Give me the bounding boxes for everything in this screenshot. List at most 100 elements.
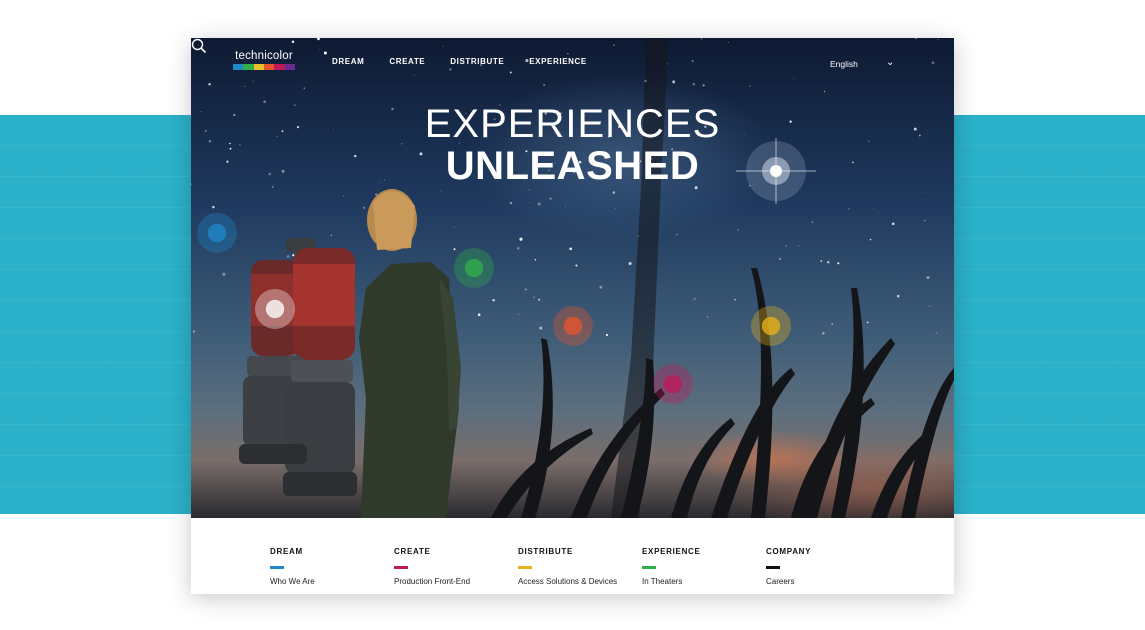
star [534, 258, 537, 261]
logo-bar-segment [243, 64, 254, 70]
logo-bar-segment [274, 64, 285, 70]
footer-column-company: COMPANY Careers [766, 547, 890, 586]
star [728, 41, 730, 43]
star [212, 205, 215, 209]
footer-accent-line [270, 566, 284, 569]
footer-link[interactable]: Who We Are [270, 577, 394, 586]
star [896, 294, 900, 298]
star [518, 313, 520, 315]
star [564, 205, 566, 207]
footer-column-dream: DREAM Who We Are [270, 547, 394, 586]
nav-item-distribute[interactable]: DISTRIBUTE [450, 57, 504, 66]
hotspot-white[interactable] [255, 289, 295, 329]
star [291, 40, 295, 44]
hotspot-magenta[interactable] [653, 364, 693, 404]
star [569, 247, 573, 251]
star [533, 296, 536, 299]
star [286, 255, 290, 258]
star [837, 262, 840, 265]
star [477, 313, 481, 316]
star [929, 305, 931, 307]
technicolor-logo[interactable]: technicolor [233, 50, 295, 70]
star [692, 299, 694, 301]
footer-accent-line [394, 566, 408, 569]
star [244, 85, 246, 87]
star [292, 254, 295, 257]
star [442, 45, 444, 47]
logo-color-bar [233, 64, 295, 70]
footer-column-create: CREATE Production Front-End [394, 547, 518, 586]
language-selector[interactable]: English [830, 59, 858, 69]
star [749, 85, 751, 87]
footer-column-experience: EXPERIENCE In Theaters [642, 547, 766, 586]
star [831, 323, 834, 326]
star [702, 84, 705, 87]
footer-link[interactable]: In Theaters [642, 577, 766, 586]
star [342, 195, 345, 198]
star [926, 276, 930, 280]
footer-heading: DISTRIBUTE [518, 547, 573, 556]
nav-item-experience[interactable]: EXPERIENCE [529, 57, 587, 66]
footer-menu: DREAM Who We Are CREATE Production Front… [191, 518, 954, 594]
star [734, 298, 736, 301]
footer-accent-line [642, 566, 656, 569]
star [539, 326, 543, 330]
star [303, 87, 305, 89]
star [797, 245, 799, 247]
footer-link[interactable]: Access Solutions & Devices [518, 577, 642, 586]
footer-heading: EXPERIENCE [642, 547, 701, 556]
star [706, 316, 709, 318]
logo-bar-segment [263, 64, 275, 70]
footer-accent-line [518, 566, 532, 569]
star [519, 237, 523, 241]
star [599, 285, 603, 289]
hotspot-orange[interactable] [553, 306, 593, 346]
star [509, 201, 513, 205]
star [516, 247, 520, 250]
star [935, 332, 938, 334]
nav-item-dream[interactable]: DREAM [332, 57, 364, 66]
star [737, 229, 739, 231]
chevron-down-icon[interactable]: ⌄ [886, 57, 894, 68]
nav-item-create[interactable]: CREATE [389, 57, 425, 66]
footer-accent-line [766, 566, 780, 569]
star [323, 51, 327, 55]
star [692, 83, 695, 86]
hero-section: technicolor DREAM CREATE DISTRIBUTE EXPE… [191, 38, 954, 518]
hotspot-blue[interactable] [197, 213, 237, 253]
star [628, 262, 632, 265]
logo-wordmark: technicolor [235, 50, 293, 62]
star [440, 190, 442, 192]
star [605, 333, 609, 337]
hotspot-green[interactable] [454, 248, 494, 288]
star [848, 208, 850, 210]
star [252, 80, 254, 82]
hotspot-yellow[interactable] [751, 306, 791, 346]
star [319, 48, 321, 50]
star [915, 38, 917, 40]
star [524, 288, 527, 291]
star [820, 260, 823, 262]
star [869, 238, 872, 241]
star [922, 191, 924, 193]
logo-bar-segment [233, 64, 244, 70]
footer-link[interactable]: Production Front-End [394, 577, 518, 586]
search-icon[interactable] [191, 38, 207, 54]
hero-headline-top: EXPERIENCES [424, 102, 721, 146]
star [689, 39, 691, 41]
star [528, 189, 530, 191]
star [528, 202, 530, 204]
star [931, 61, 935, 65]
footer-column-distribute: DISTRIBUTE Access Solutions & Devices [518, 547, 642, 586]
star [538, 298, 541, 301]
star [778, 257, 782, 261]
star [453, 248, 456, 251]
website-mockup-frame: technicolor DREAM CREATE DISTRIBUTE EXPE… [191, 38, 954, 594]
logo-bar-segment [253, 64, 264, 70]
star [827, 261, 830, 264]
footer-link[interactable]: Careers [766, 577, 890, 586]
star [615, 207, 617, 209]
star [872, 208, 874, 209]
star [593, 320, 595, 322]
star [537, 202, 541, 206]
